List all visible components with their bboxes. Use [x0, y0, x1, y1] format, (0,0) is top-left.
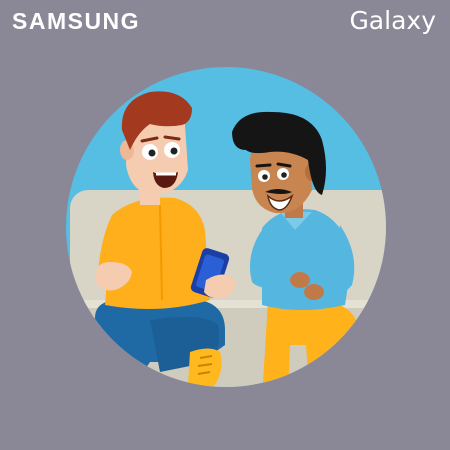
- illustration: [66, 67, 386, 387]
